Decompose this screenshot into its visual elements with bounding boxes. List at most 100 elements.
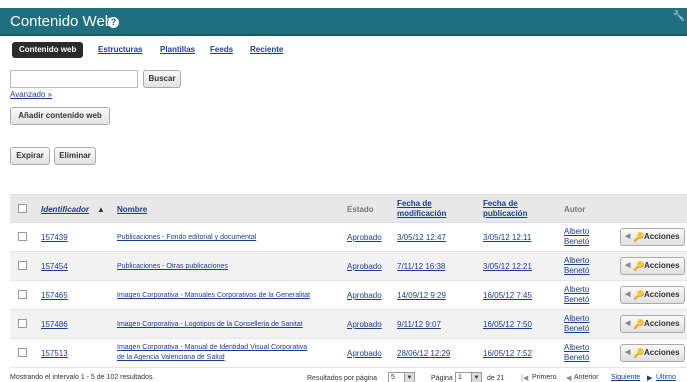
row-author-link[interactable]: Alberto bbox=[564, 314, 589, 323]
col-header-status: Estado bbox=[347, 205, 374, 214]
page-label: Página bbox=[431, 375, 453, 382]
delete-button[interactable]: Eliminar bbox=[54, 147, 96, 165]
key-icon: 🔑 bbox=[633, 232, 645, 242]
row-published-link[interactable]: 3/05/12 12:11 bbox=[483, 233, 531, 242]
row-author-link-line2[interactable]: Benetó bbox=[564, 237, 589, 246]
chevron-down-icon: ▼ bbox=[404, 373, 414, 382]
row-published-link[interactable]: 3/05/12 12:21 bbox=[483, 262, 532, 271]
row-modified-link[interactable]: 7/11/12 16:38 bbox=[397, 262, 445, 271]
caret-left-icon: ◀ bbox=[625, 291, 631, 298]
row-id-link[interactable]: 157439 bbox=[41, 233, 68, 242]
col-header-published-line2[interactable]: publicación bbox=[483, 209, 527, 219]
row-modified-link[interactable]: 14/09/12 9:29 bbox=[397, 291, 446, 300]
row-name-link[interactable]: Imagen Corporativa - Manuales Corporativ… bbox=[117, 291, 310, 300]
row-author-link-line2[interactable]: Benetó bbox=[564, 295, 589, 304]
expire-button[interactable]: Expirar bbox=[10, 147, 50, 165]
sort-asc-icon: ▲ bbox=[97, 205, 105, 214]
row-id-link[interactable]: 157454 bbox=[41, 262, 68, 271]
col-header-id[interactable]: Identificador bbox=[41, 205, 89, 215]
results-range-text: Mostrando el intervalo 1 - 5 de 102 resu… bbox=[10, 374, 155, 381]
row-status-link[interactable]: Aprobado bbox=[347, 320, 382, 329]
row-name-link-line2[interactable]: de la Agencia Valenciana de Salud bbox=[117, 353, 225, 362]
col-header-modified-line2[interactable]: modificación bbox=[397, 209, 446, 219]
row-author-link[interactable]: Alberto bbox=[564, 285, 589, 294]
page-total-text: de 21 bbox=[487, 375, 505, 382]
row-name-link[interactable]: Imagen Corporativa - Manual de Identidad… bbox=[117, 343, 307, 352]
add-web-content-button[interactable]: Añadir contenido web bbox=[10, 107, 110, 125]
row-checkbox[interactable] bbox=[18, 319, 27, 328]
actions-label: Acciones bbox=[644, 319, 680, 328]
caret-left-icon: ◀ bbox=[625, 349, 631, 356]
row-published-link[interactable]: 16/05/12 7:45 bbox=[483, 291, 532, 300]
row-actions-button[interactable]: ◀ 🔑 Acciones bbox=[620, 257, 685, 275]
row-name-link[interactable]: Publicaciones - Fondo editorial y docume… bbox=[117, 233, 256, 242]
col-header-name[interactable]: Nombre bbox=[117, 205, 147, 215]
first-page-link[interactable]: Primero bbox=[532, 374, 557, 381]
row-checkbox[interactable] bbox=[18, 290, 27, 299]
next-page-icon: ▶ bbox=[647, 375, 653, 382]
per-page-select[interactable]: 5 ▼ bbox=[388, 372, 415, 382]
table-row: 157439 Publicaciones - Fondo editorial y… bbox=[10, 223, 687, 252]
row-id-link[interactable]: 157486 bbox=[41, 320, 68, 329]
row-status-link[interactable]: Aprobado bbox=[347, 349, 382, 358]
per-page-value: 5 bbox=[391, 374, 395, 381]
key-icon: 🔑 bbox=[633, 290, 645, 300]
search-input[interactable] bbox=[10, 70, 138, 88]
actions-label: Acciones bbox=[644, 348, 680, 357]
row-author-link[interactable]: Alberto bbox=[564, 343, 589, 352]
caret-left-icon: ◀ bbox=[625, 233, 631, 240]
search-button[interactable]: Buscar bbox=[143, 70, 181, 88]
col-header-published-line1[interactable]: Fecha de bbox=[483, 199, 518, 209]
row-status-link[interactable]: Aprobado bbox=[347, 291, 382, 300]
row-id-link[interactable]: 157465 bbox=[41, 291, 68, 300]
row-checkbox[interactable] bbox=[18, 232, 27, 241]
row-author-link-line2[interactable]: Benetó bbox=[564, 266, 589, 275]
row-published-link[interactable]: 16/05/12 7:52 bbox=[483, 349, 532, 358]
key-icon: 🔑 bbox=[633, 261, 645, 271]
per-page-label: Resultados por página bbox=[307, 375, 378, 382]
actions-label: Acciones bbox=[644, 232, 680, 241]
row-author-link-line2[interactable]: Benetó bbox=[564, 324, 589, 333]
caret-left-icon: ◀ bbox=[625, 262, 631, 269]
prev-page-icon: ◀ bbox=[566, 375, 572, 382]
prev-page-link[interactable]: Anterior bbox=[574, 374, 599, 381]
tab-reciente[interactable]: Reciente bbox=[250, 42, 283, 58]
table-row: 157454 Publicaciones - Otras publicacion… bbox=[10, 252, 687, 281]
col-header-modified-line1[interactable]: Fecha de bbox=[397, 199, 432, 209]
table-row: 157513 Imagen Corporativa - Manual de Id… bbox=[10, 339, 687, 368]
last-page-link[interactable]: Último bbox=[656, 374, 676, 381]
next-page-link[interactable]: Siguiente bbox=[611, 374, 640, 381]
advanced-search-link[interactable]: Avanzado » bbox=[10, 90, 52, 99]
select-all-checkbox[interactable] bbox=[18, 204, 27, 213]
row-author-link[interactable]: Alberto bbox=[564, 227, 589, 236]
tab-feeds[interactable]: Feeds bbox=[210, 42, 233, 58]
actions-label: Acciones bbox=[644, 261, 680, 270]
tab-estructuras[interactable]: Estructuras bbox=[98, 42, 142, 58]
col-header-author: Autor bbox=[564, 205, 586, 214]
wrench-icon[interactable]: 🔧 bbox=[673, 11, 685, 22]
row-published-link[interactable]: 16/05/12 7:50 bbox=[483, 320, 532, 329]
row-status-link[interactable]: Aprobado bbox=[347, 233, 382, 242]
row-author-link-line2[interactable]: Benetó bbox=[564, 353, 589, 362]
row-actions-button[interactable]: ◀ 🔑 Acciones bbox=[620, 228, 685, 246]
row-name-link[interactable]: Publicaciones - Otras publicaciones bbox=[117, 262, 228, 271]
row-status-link[interactable]: Aprobado bbox=[347, 262, 382, 271]
row-name-link[interactable]: Imagen Corporativa - Logotipos de la Con… bbox=[117, 320, 303, 329]
tab-contenido-web[interactable]: Contenido web bbox=[12, 42, 84, 58]
row-checkbox[interactable] bbox=[18, 348, 27, 357]
row-actions-button[interactable]: ◀ 🔑 Acciones bbox=[620, 344, 685, 362]
tab-plantillas[interactable]: Plantillas bbox=[160, 42, 195, 58]
row-checkbox[interactable] bbox=[18, 261, 27, 270]
page-select[interactable]: 1 ▼ bbox=[455, 372, 482, 382]
row-author-link[interactable]: Alberto bbox=[564, 256, 589, 265]
row-id-link[interactable]: 157513 bbox=[41, 349, 68, 358]
key-icon: 🔑 bbox=[633, 348, 645, 358]
row-actions-button[interactable]: ◀ 🔑 Acciones bbox=[620, 315, 685, 333]
help-icon[interactable]: ? bbox=[108, 17, 119, 28]
table-row: 157465 Imagen Corporativa - Manuales Cor… bbox=[10, 281, 687, 310]
row-actions-button[interactable]: ◀ 🔑 Acciones bbox=[620, 286, 685, 304]
row-modified-link[interactable]: 3/05/12 12:47 bbox=[397, 233, 446, 242]
row-modified-link[interactable]: 28/06/12 12:29 bbox=[397, 349, 450, 358]
row-modified-link[interactable]: 9/11/12 9:07 bbox=[397, 320, 441, 329]
first-page-icon: |◀ bbox=[521, 375, 529, 382]
